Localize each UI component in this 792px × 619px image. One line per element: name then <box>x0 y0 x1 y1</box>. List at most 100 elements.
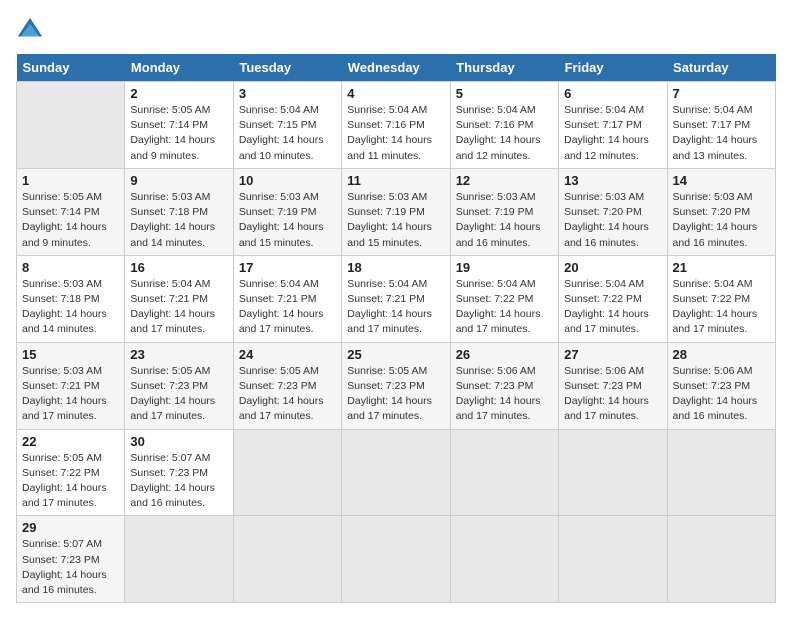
day-number: 19 <box>456 260 553 275</box>
day-cell-20: 20 Sunrise: 5:04 AMSunset: 7:22 PMDayligh… <box>559 255 667 342</box>
day-number: 25 <box>347 347 444 362</box>
day-info: Sunrise: 5:04 AMSunset: 7:22 PMDaylight:… <box>564 277 661 338</box>
day-number: 22 <box>22 434 119 449</box>
day-number: 10 <box>239 173 336 188</box>
day-number: 16 <box>130 260 227 275</box>
day-number: 11 <box>347 173 444 188</box>
day-cell-18: 18 Sunrise: 5:04 AMSunset: 7:21 PMDayligh… <box>342 255 450 342</box>
day-info: Sunrise: 5:03 AMSunset: 7:20 PMDaylight:… <box>564 190 661 251</box>
day-info: Sunrise: 5:04 AMSunset: 7:21 PMDaylight:… <box>239 277 336 338</box>
day-cell-30: 30 Sunrise: 5:07 AMSunset: 7:23 PMDayligh… <box>125 429 233 516</box>
calendar-week-4: 15Sunrise: 5:03 AMSunset: 7:21 PMDayligh… <box>17 342 776 429</box>
day-cell-11: 11 Sunrise: 5:03 AMSunset: 7:19 PMDayligh… <box>342 168 450 255</box>
logo <box>16 16 46 44</box>
day-cell-23: 23 Sunrise: 5:05 AMSunset: 7:23 PMDayligh… <box>125 342 233 429</box>
day-header-monday: Monday <box>125 54 233 82</box>
day-cell-3: 3 Sunrise: 5:04 AMSunset: 7:15 PMDaylight… <box>233 82 341 169</box>
calendar-week-5: 22Sunrise: 5:05 AMSunset: 7:22 PMDayligh… <box>17 429 776 516</box>
day-number: 8 <box>22 260 119 275</box>
day-info: Sunrise: 5:04 AMSunset: 7:17 PMDaylight:… <box>564 103 661 164</box>
day-number: 18 <box>347 260 444 275</box>
day-cell-14: 14 Sunrise: 5:03 AMSunset: 7:20 PMDayligh… <box>667 168 775 255</box>
day-cell-28: 28 Sunrise: 5:06 AMSunset: 7:23 PMDayligh… <box>667 342 775 429</box>
day-info: Sunrise: 5:06 AMSunset: 7:23 PMDaylight:… <box>456 364 553 425</box>
day-cell-5: 5Sunrise: 5:04 AMSunset: 7:16 PMDaylight… <box>450 82 558 169</box>
day-header-thursday: Thursday <box>450 54 558 82</box>
day-cell-9: 9 Sunrise: 5:03 AMSunset: 7:18 PMDaylight… <box>125 168 233 255</box>
day-cell-15: 15Sunrise: 5:03 AMSunset: 7:21 PMDayligh… <box>17 342 125 429</box>
day-cell-12: 12 Sunrise: 5:03 AMSunset: 7:19 PMDayligh… <box>450 168 558 255</box>
day-info: Sunrise: 5:06 AMSunset: 7:23 PMDaylight:… <box>564 364 661 425</box>
day-info: Sunrise: 5:07 AMSunset: 7:23 PMDaylight:… <box>130 451 227 512</box>
day-info: Sunrise: 5:04 AMSunset: 7:21 PMDaylight:… <box>130 277 227 338</box>
day-number: 14 <box>673 173 770 188</box>
day-number: 13 <box>564 173 661 188</box>
day-cell-24: 24 Sunrise: 5:05 AMSunset: 7:23 PMDayligh… <box>233 342 341 429</box>
day-header-friday: Friday <box>559 54 667 82</box>
day-info: Sunrise: 5:03 AMSunset: 7:18 PMDaylight:… <box>130 190 227 251</box>
day-cell-22: 22Sunrise: 5:05 AMSunset: 7:22 PMDayligh… <box>17 429 125 516</box>
empty-cell <box>342 429 450 516</box>
day-number: 30 <box>130 434 227 449</box>
empty-cell <box>450 429 558 516</box>
day-header-tuesday: Tuesday <box>233 54 341 82</box>
day-number: 6 <box>564 86 661 101</box>
day-info: Sunrise: 5:03 AMSunset: 7:18 PMDaylight:… <box>22 277 119 338</box>
empty-cell <box>125 516 233 603</box>
calendar-week-3: 8 Sunrise: 5:03 AMSunset: 7:18 PMDaylight… <box>17 255 776 342</box>
empty-cell <box>559 516 667 603</box>
calendar-week-1: 2 Sunrise: 5:05 AMSunset: 7:14 PMDaylight… <box>17 82 776 169</box>
day-info: Sunrise: 5:04 AMSunset: 7:22 PMDaylight:… <box>673 277 770 338</box>
day-number: 17 <box>239 260 336 275</box>
day-info: Sunrise: 5:03 AMSunset: 7:19 PMDaylight:… <box>456 190 553 251</box>
day-header-wednesday: Wednesday <box>342 54 450 82</box>
day-header-sunday: Sunday <box>17 54 125 82</box>
day-cell-17: 17 Sunrise: 5:04 AMSunset: 7:21 PMDayligh… <box>233 255 341 342</box>
day-header-saturday: Saturday <box>667 54 775 82</box>
day-info: Sunrise: 5:04 AMSunset: 7:15 PMDaylight:… <box>239 103 336 164</box>
logo-icon <box>16 16 44 44</box>
day-info: Sunrise: 5:06 AMSunset: 7:23 PMDaylight:… <box>673 364 770 425</box>
day-number: 7 <box>673 86 770 101</box>
day-number: 21 <box>673 260 770 275</box>
day-number: 24 <box>239 347 336 362</box>
day-number: 28 <box>673 347 770 362</box>
day-info: Sunrise: 5:04 AMSunset: 7:22 PMDaylight:… <box>456 277 553 338</box>
day-info: Sunrise: 5:05 AMSunset: 7:14 PMDaylight:… <box>130 103 227 164</box>
day-cell-10: 10Sunrise: 5:03 AMSunset: 7:19 PMDayligh… <box>233 168 341 255</box>
day-cell-19: 19 Sunrise: 5:04 AMSunset: 7:22 PMDayligh… <box>450 255 558 342</box>
day-cell-7: 7 Sunrise: 5:04 AMSunset: 7:17 PMDaylight… <box>667 82 775 169</box>
day-number: 9 <box>130 173 227 188</box>
calendar-week-2: 1Sunrise: 5:05 AMSunset: 7:14 PMDaylight… <box>17 168 776 255</box>
day-number: 20 <box>564 260 661 275</box>
empty-cell <box>233 516 341 603</box>
day-number: 23 <box>130 347 227 362</box>
day-cell-27: 27 Sunrise: 5:06 AMSunset: 7:23 PMDayligh… <box>559 342 667 429</box>
empty-cell <box>667 516 775 603</box>
day-number: 12 <box>456 173 553 188</box>
day-info: Sunrise: 5:03 AMSunset: 7:19 PMDaylight:… <box>347 190 444 251</box>
day-number: 2 <box>130 86 227 101</box>
day-cell-26: 26Sunrise: 5:06 AMSunset: 7:23 PMDayligh… <box>450 342 558 429</box>
day-info: Sunrise: 5:04 AMSunset: 7:21 PMDaylight:… <box>347 277 444 338</box>
day-number: 4 <box>347 86 444 101</box>
day-info: Sunrise: 5:03 AMSunset: 7:20 PMDaylight:… <box>673 190 770 251</box>
calendar-table: SundayMondayTuesdayWednesdayThursdayFrid… <box>16 54 776 603</box>
empty-cell <box>342 516 450 603</box>
day-cell-25: 25Sunrise: 5:05 AMSunset: 7:23 PMDayligh… <box>342 342 450 429</box>
day-number: 3 <box>239 86 336 101</box>
day-info: Sunrise: 5:04 AMSunset: 7:17 PMDaylight:… <box>673 103 770 164</box>
day-number: 27 <box>564 347 661 362</box>
day-info: Sunrise: 5:04 AMSunset: 7:16 PMDaylight:… <box>347 103 444 164</box>
day-info: Sunrise: 5:05 AMSunset: 7:14 PMDaylight:… <box>22 190 119 251</box>
day-number: 15 <box>22 347 119 362</box>
calendar-week-6: 29Sunrise: 5:07 AMSunset: 7:23 PMDayligh… <box>17 516 776 603</box>
empty-cell <box>559 429 667 516</box>
empty-cell <box>17 82 125 169</box>
day-cell-1: 1Sunrise: 5:05 AMSunset: 7:14 PMDaylight… <box>17 168 125 255</box>
day-cell-13: 13 Sunrise: 5:03 AMSunset: 7:20 PMDayligh… <box>559 168 667 255</box>
day-cell-8: 8 Sunrise: 5:03 AMSunset: 7:18 PMDaylight… <box>17 255 125 342</box>
day-info: Sunrise: 5:05 AMSunset: 7:23 PMDaylight:… <box>239 364 336 425</box>
day-info: Sunrise: 5:05 AMSunset: 7:23 PMDaylight:… <box>130 364 227 425</box>
day-cell-6: 6 Sunrise: 5:04 AMSunset: 7:17 PMDaylight… <box>559 82 667 169</box>
